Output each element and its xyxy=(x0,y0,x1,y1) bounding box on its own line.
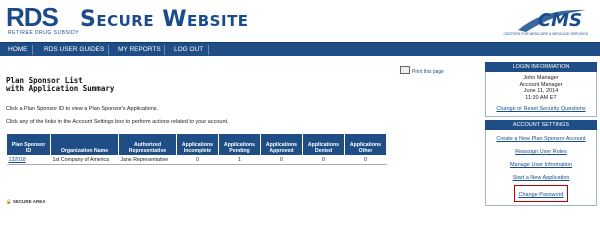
nav-log-out[interactable]: LOG OUT xyxy=(174,43,203,57)
rds-logo-subtitle: RETIREE DRUG SUBSIDY xyxy=(8,30,80,36)
nav-separator xyxy=(32,45,33,55)
col-applications-pending: Applications Pending xyxy=(218,133,261,156)
col-organization-name: Organization Name xyxy=(50,133,119,156)
login-time: 11:30 AM ET xyxy=(525,94,557,101)
col-applications-incomplete: Applications Incomplete xyxy=(176,133,219,156)
login-information-box: John Manager Account Manager June 11, 20… xyxy=(485,72,597,118)
plan-sponsor-table: Plan Sponsor ID Organization Name Author… xyxy=(6,133,387,165)
reassign-user-roles-link[interactable]: Reassign User Roles xyxy=(486,146,596,159)
site-title: Secure Website xyxy=(80,7,249,32)
cell-applications-pending: 1 xyxy=(218,155,261,165)
print-page-link[interactable]: Print this page xyxy=(412,69,444,75)
cell-applications-incomplete: 0 xyxy=(176,155,219,165)
nav-home[interactable]: HOME xyxy=(8,43,28,57)
nav-separator xyxy=(208,45,209,55)
cell-applications-other: 0 xyxy=(344,155,387,165)
col-plan-sponsor-id: Plan Sponsor ID xyxy=(6,133,51,156)
cms-logo-subtitle: CENTERS FOR MEDICARE & MEDICAID SERVICES xyxy=(503,32,588,36)
cell-applications-denied: 0 xyxy=(302,155,345,165)
secure-area-text: SECURE AREA xyxy=(12,199,46,204)
instruction-view-applications: Click a Plan Sponsor ID to view a Plan S… xyxy=(6,106,159,112)
col-applications-denied: Applications Denied xyxy=(302,133,345,156)
rds-logo[interactable]: RDS xyxy=(6,4,59,30)
manage-user-information-link[interactable]: Manage User Information xyxy=(486,159,596,172)
account-settings-heading: ACCOUNT SETTINGS xyxy=(485,120,597,131)
cell-plan-sponsor-id: 132018 xyxy=(6,155,51,165)
login-information-heading: LOGIN INFORMATION xyxy=(485,62,597,72)
change-password-wrapper: Change Password xyxy=(486,185,596,203)
cms-logo[interactable]: CMS xyxy=(538,10,582,31)
nav-my-reports[interactable]: MY REPORTS xyxy=(118,43,161,57)
col-authorized-representative: Authorized Representative xyxy=(118,133,177,156)
main-nav: HOME RDS USER GUIDES MY REPORTS LOG OUT xyxy=(0,42,600,56)
cell-applications-approved: 0 xyxy=(260,155,303,165)
login-user-role: Account Manager xyxy=(519,81,563,88)
account-settings-box: Create a New Plan Sponsor Account Reassi… xyxy=(485,130,597,207)
table-row: 132018 1st Company of America Jane Repre… xyxy=(6,155,387,165)
instruction-account-settings: Click any of the links in the Account Se… xyxy=(6,119,229,125)
secure-area-label: 🔒 SECURE AREA xyxy=(6,199,45,205)
change-password-link[interactable]: Change Password xyxy=(519,192,564,198)
sidebar: LOGIN INFORMATION John Manager Account M… xyxy=(485,62,597,207)
nav-separator xyxy=(164,45,165,55)
site-header: RDS RETIREE DRUG SUBSIDY Secure Website … xyxy=(0,0,600,42)
lock-icon: 🔒 xyxy=(6,199,12,204)
printer-icon[interactable] xyxy=(400,66,410,74)
table-header-row: Plan Sponsor ID Organization Name Author… xyxy=(6,133,387,156)
login-user-name: John Manager xyxy=(523,75,559,81)
cell-authorized-representative: Jane Representative xyxy=(118,155,177,165)
nav-rds-user-guides[interactable]: RDS USER GUIDES xyxy=(44,43,104,57)
login-date: June 11, 2014 xyxy=(523,88,559,95)
create-plan-sponsor-account-link[interactable]: Create a New Plan Sponsor Account xyxy=(486,133,596,146)
change-password-highlight: Change Password xyxy=(513,185,569,203)
page-title: Plan Sponsor List with Application Summa… xyxy=(6,77,114,93)
cell-organization-name: 1st Company of America xyxy=(50,155,119,165)
col-applications-approved: Applications Approved xyxy=(260,133,303,156)
change-security-questions-link[interactable]: Change or Reset Security Questions xyxy=(486,106,596,112)
nav-separator xyxy=(108,45,109,55)
col-applications-other: Applications Other xyxy=(344,133,387,156)
start-new-application-link[interactable]: Start a New Application xyxy=(486,172,596,185)
plan-sponsor-id-link[interactable]: 132018 xyxy=(9,157,26,163)
page-title-line2: with Application Summary xyxy=(6,84,115,93)
